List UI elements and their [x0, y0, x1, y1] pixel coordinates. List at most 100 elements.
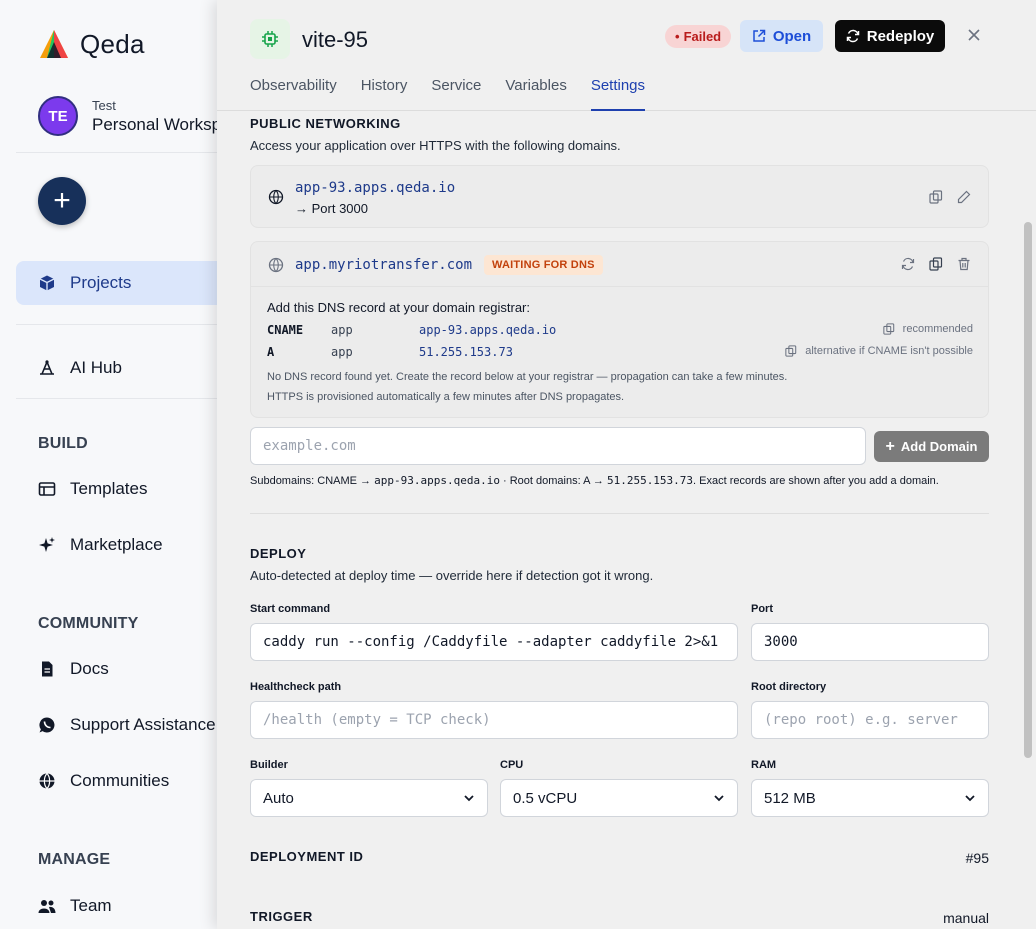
create-button[interactable]: +	[38, 177, 86, 225]
globe-icon	[38, 772, 56, 790]
sidebar-item-ai-hub[interactable]: AI Hub	[16, 346, 240, 390]
trash-icon[interactable]	[955, 255, 973, 273]
sidebar-item-marketplace[interactable]: Marketplace	[16, 523, 240, 567]
edit-icon[interactable]	[955, 188, 973, 206]
port-input[interactable]	[751, 623, 989, 661]
domain-input[interactable]	[250, 427, 866, 465]
section-title-deploy: DEPLOY	[250, 546, 307, 561]
redeploy-label: Redeploy	[866, 27, 935, 45]
copy-icon[interactable]	[785, 345, 797, 357]
divider	[250, 513, 989, 514]
tab-service[interactable]: Service	[431, 76, 481, 111]
app-name: Qeda	[80, 28, 145, 59]
ram-label: RAM	[751, 759, 777, 771]
sidebar-item-docs[interactable]: Docs	[16, 647, 240, 691]
ai-hub-icon	[38, 359, 56, 377]
sidebar-item-communities[interactable]: Communities	[16, 759, 240, 803]
dns-record-name: app	[331, 323, 353, 337]
root-directory-input[interactable]	[751, 701, 989, 739]
box-icon	[38, 274, 56, 292]
service-name: vite-95	[302, 27, 369, 52]
close-button[interactable]	[963, 24, 985, 46]
external-link-icon	[753, 29, 766, 42]
add-domain-button[interactable]: + Add Domain	[874, 431, 989, 462]
dns-intro: Add this DNS record at your domain regis…	[267, 300, 530, 315]
deployment-id-label: DEPLOYMENT ID	[250, 849, 364, 864]
dns-record-value[interactable]: 51.255.153.73	[419, 345, 513, 359]
copy-icon[interactable]	[883, 323, 895, 335]
healthcheck-input[interactable]	[250, 701, 738, 739]
refresh-icon	[846, 29, 859, 43]
tab-settings[interactable]: Settings	[590, 76, 646, 111]
close-icon	[968, 29, 980, 41]
sparkle-icon	[38, 536, 56, 554]
tab-observability[interactable]: Observability	[250, 76, 337, 111]
hint-text: . Exact records are shown after you add …	[693, 475, 939, 487]
sidebar-item-projects[interactable]: Projects	[16, 261, 240, 305]
sidebar-item-support[interactable]: Support Assistance	[16, 703, 240, 747]
cpu-label: CPU	[500, 759, 524, 771]
section-community: COMMUNITY	[38, 615, 139, 632]
section-build: BUILD	[38, 435, 88, 452]
cpu-value: 0.5 vCPU	[513, 789, 578, 807]
port-label: Port	[751, 603, 773, 615]
primary-domain-port: → Port 3000	[295, 201, 368, 216]
https-note: HTTPS is provisioned automatically a few…	[267, 391, 625, 403]
service-icon	[250, 19, 290, 59]
deploy-description: Auto-detected at deploy time — override …	[250, 568, 654, 583]
tab-history[interactable]: History	[361, 76, 408, 111]
start-command-input[interactable]	[250, 623, 738, 661]
avatar: TE	[38, 96, 78, 136]
logo[interactable]: Qeda	[38, 28, 145, 60]
ram-value: 512 MB	[764, 789, 816, 807]
workspace-switcher[interactable]: TE Test Personal Workspace	[38, 96, 240, 136]
sidebar-item-label: Projects	[70, 273, 132, 292]
sidebar-item-label: Templates	[70, 479, 148, 498]
dns-record-row: A app 51.255.153.73 alternative if CNAME…	[267, 345, 973, 363]
primary-domain-link[interactable]: app-93.apps.qeda.io	[295, 180, 455, 196]
dns-record-type: CNAME	[267, 323, 304, 337]
sidebar-item-templates[interactable]: Templates	[16, 467, 240, 511]
chevron-down-icon	[714, 795, 724, 802]
status-badge: • Failed	[665, 25, 732, 48]
redeploy-button[interactable]: Redeploy	[835, 20, 945, 52]
root-directory-label: Root directory	[751, 681, 827, 693]
copy-icon[interactable]	[927, 188, 945, 206]
trigger-value: manual	[943, 910, 989, 926]
dns-record-value[interactable]: app-93.apps.qeda.io	[419, 323, 556, 337]
status-dot-icon: •	[675, 29, 680, 44]
ram-select[interactable]: 512 MB	[751, 779, 989, 817]
refresh-icon[interactable]	[899, 255, 917, 273]
plus-icon: +	[885, 437, 895, 455]
hint-text: · Root domains: A →	[499, 475, 607, 487]
tab-variables[interactable]: Variables	[505, 76, 566, 111]
scrollbar[interactable]	[1024, 222, 1032, 758]
sidebar-item-label: Communities	[70, 771, 170, 790]
open-button[interactable]: Open	[740, 20, 823, 52]
builder-select[interactable]: Auto	[250, 779, 488, 817]
custom-domain-card: app.myriotransfer.com WAITING FOR DNS Ad…	[250, 241, 989, 418]
open-label: Open	[772, 27, 812, 45]
builder-value: Auto	[263, 789, 294, 807]
custom-domain-link[interactable]: app.myriotransfer.com	[295, 257, 472, 273]
sidebar: Qeda TE Test Personal Workspace + Projec…	[0, 0, 240, 929]
sidebar-item-label: Support Assistance	[70, 715, 216, 734]
networking-description: Access your application over HTTPS with …	[250, 138, 621, 153]
builder-label: Builder	[250, 759, 288, 771]
copy-icon[interactable]	[927, 255, 945, 273]
chevron-down-icon	[464, 795, 474, 802]
cpu-select[interactable]: 0.5 vCPU	[500, 779, 738, 817]
sidebar-item-team[interactable]: Team	[16, 884, 240, 928]
hint-cname-target: app-93.apps.qeda.io	[374, 474, 500, 487]
deployment-id-value: #95	[965, 850, 989, 866]
trigger-label: TRIGGER	[250, 909, 313, 924]
qeda-logo-icon	[40, 30, 68, 58]
globe-icon	[267, 188, 285, 206]
dns-record-row: CNAME app app-93.apps.qeda.io recommende…	[267, 323, 973, 341]
hint-text: Subdomains: CNAME →	[250, 475, 375, 487]
healthcheck-label: Healthcheck path	[250, 681, 342, 693]
tab-bar: Observability History Service Variables …	[250, 76, 646, 111]
add-domain-label: Add Domain	[900, 439, 978, 454]
section-manage: MANAGE	[38, 851, 111, 868]
service-drawer: PUBLIC NETWORKING Access your applicatio…	[217, 0, 1036, 929]
